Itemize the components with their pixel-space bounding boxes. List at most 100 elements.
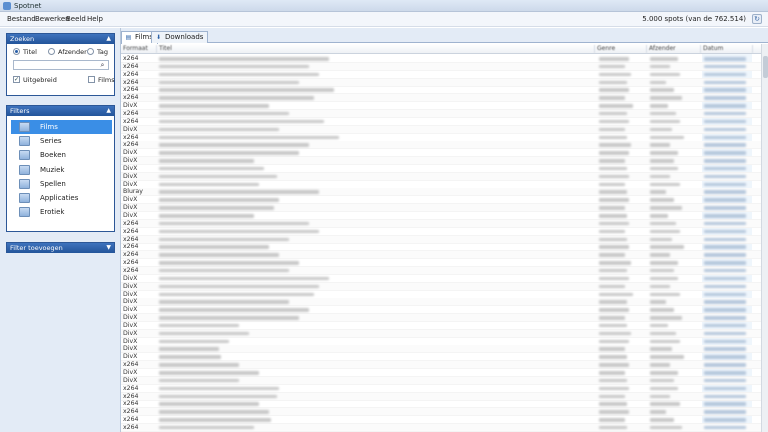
collapse-arrow-icon[interactable]: ▲ [106, 34, 111, 44]
menu-help[interactable]: Help [87, 15, 103, 23]
table-row[interactable]: DivX [121, 157, 761, 166]
table-row[interactable]: x264 [121, 71, 761, 79]
filter-item-erotiek[interactable]: Erotiek [11, 205, 112, 219]
sender-cell-blurred [650, 355, 684, 359]
table-row[interactable]: DivX [121, 329, 761, 338]
table-row[interactable]: DivX [121, 212, 761, 220]
table-row[interactable]: DivX [121, 196, 761, 205]
menu-bestand[interactable]: Bestand [7, 15, 36, 23]
films-checkbox[interactable] [88, 76, 95, 83]
table-row[interactable]: x264 [121, 251, 761, 260]
column-header-datum[interactable]: Datum [703, 45, 753, 53]
table-row[interactable]: x264 [121, 243, 761, 252]
table-row[interactable]: DivX [121, 369, 761, 377]
search-icon[interactable]: ⌕ [98, 61, 107, 69]
table-row[interactable]: x264 [121, 141, 761, 150]
tab-downloads[interactable]: ⬇ Downloads [151, 31, 209, 43]
table-row[interactable]: DivX [121, 353, 761, 362]
column-header-afzender[interactable]: Afzender [649, 45, 701, 53]
genre-cell-blurred [599, 245, 629, 249]
table-row[interactable]: DivX [121, 102, 761, 111]
table-row[interactable]: DivX [121, 181, 761, 189]
title-cell-blurred [159, 198, 279, 202]
table-row[interactable]: DivX [121, 298, 761, 307]
filter-item-series[interactable]: Series [11, 134, 112, 148]
table-row[interactable]: x264 [121, 55, 761, 63]
table-row[interactable]: x264 [121, 259, 761, 268]
scrollbar-thumb[interactable] [763, 56, 768, 78]
table-row[interactable]: DivX [121, 322, 761, 330]
filter-item-muziek[interactable]: Muziek [11, 163, 112, 177]
add-filter-header[interactable]: Filter toevoegen ▼ [7, 243, 114, 253]
table-row[interactable]: x264 [121, 266, 761, 275]
format-cell: DivX [123, 298, 138, 306]
filter-list: Films Series Boeken Muziek Spellen Appli… [11, 120, 112, 219]
format-cell: x264 [123, 141, 139, 149]
table-row[interactable]: x264 [121, 408, 761, 417]
format-cell: x264 [123, 227, 139, 235]
genre-cell-blurred [599, 88, 629, 92]
table-row[interactable]: DivX [121, 172, 761, 181]
column-header-genre[interactable]: Genre [597, 45, 647, 53]
sender-cell-blurred [650, 237, 672, 242]
table-row[interactable]: x264 [121, 361, 761, 370]
table-row[interactable]: x264 [121, 78, 761, 87]
genre-cell-blurred [599, 268, 627, 273]
table-row[interactable]: DivX [121, 291, 761, 299]
table-row[interactable]: x264 [121, 219, 761, 228]
search-panel-header[interactable]: Zoeken ▲ [7, 34, 114, 44]
table-row[interactable]: x264 [121, 134, 761, 142]
genre-cell-blurred [599, 64, 625, 69]
table-row[interactable]: DivX [121, 338, 761, 346]
collapse-arrow-icon[interactable]: ▲ [106, 106, 111, 116]
format-cell: DivX [123, 157, 138, 165]
table-row[interactable]: DivX [121, 314, 761, 323]
filter-item-applicaties[interactable]: Applicaties [11, 191, 112, 205]
radio-afzender[interactable] [48, 48, 55, 55]
table-row[interactable]: x264 [121, 118, 761, 126]
table-row[interactable]: DivX [121, 282, 761, 291]
table-row[interactable]: DivX [121, 376, 761, 385]
table-row[interactable]: x264 [121, 423, 761, 432]
table-row[interactable]: DivX [121, 345, 761, 354]
uitgebreid-checkbox[interactable]: ✓ [13, 76, 20, 83]
table-row[interactable]: DivX [121, 275, 761, 283]
table-row[interactable]: x264 [121, 385, 761, 393]
table-row[interactable]: DivX [121, 125, 761, 134]
filter-item-films[interactable]: Films [11, 120, 112, 135]
filter-item-boeken[interactable]: Boeken [11, 148, 112, 162]
date-cell-blurred [704, 96, 746, 100]
table-row[interactable]: Bluray [121, 188, 761, 197]
search-input[interactable] [14, 62, 98, 70]
radio-titel[interactable] [13, 48, 20, 55]
vertical-scrollbar[interactable] [761, 44, 768, 432]
menu-beeld[interactable]: Beeld [66, 15, 86, 23]
expand-arrow-icon[interactable]: ▼ [106, 243, 111, 253]
table-row[interactable]: DivX [121, 306, 761, 315]
genre-cell-blurred [599, 402, 627, 406]
table-row[interactable]: x264 [121, 228, 761, 236]
table-row[interactable]: DivX [121, 149, 761, 158]
refresh-icon[interactable]: ↻ [752, 14, 762, 24]
genre-cell-blurred [599, 253, 625, 257]
table-row[interactable]: x264 [121, 235, 761, 244]
table-row[interactable]: x264 [121, 109, 761, 118]
table-row[interactable]: x264 [121, 400, 761, 409]
table-row[interactable]: DivX [121, 165, 761, 173]
table-row[interactable]: x264 [121, 392, 761, 401]
table-row[interactable]: x264 [121, 62, 761, 71]
date-cell-blurred [704, 394, 746, 399]
radio-tag[interactable] [87, 48, 94, 55]
table-row[interactable]: DivX [121, 204, 761, 213]
filter-item-spellen[interactable]: Spellen [11, 177, 112, 191]
filters-panel-header[interactable]: Filters ▲ [7, 106, 114, 116]
date-cell-blurred [704, 237, 746, 242]
table-row[interactable]: x264 [121, 416, 761, 425]
menu-bewerken[interactable]: Bewerken [35, 15, 70, 23]
title-cell-blurred [159, 151, 299, 155]
column-header-formaat[interactable]: Formaat [123, 45, 157, 53]
table-row[interactable]: x264 [121, 94, 761, 103]
column-header-titel[interactable]: Titel [159, 45, 595, 53]
sender-cell-blurred [650, 151, 678, 155]
table-row[interactable]: x264 [121, 86, 761, 95]
